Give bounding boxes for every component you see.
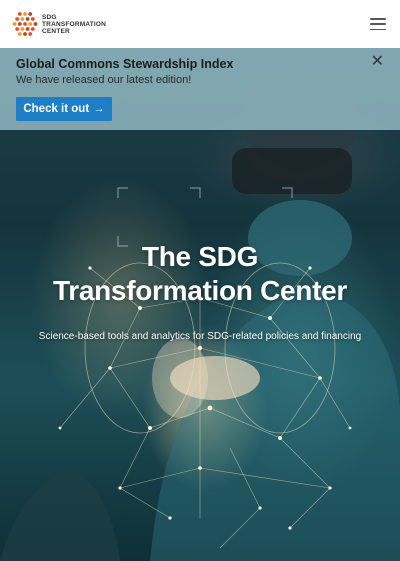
hamburger-icon[interactable] (370, 18, 386, 30)
announcement-banner: Global Commons Stewardship Index We have… (0, 48, 400, 130)
hero-subtitle: Science-based tools and analytics for SD… (38, 331, 362, 342)
hero-title: The SDG Transformation Center (0, 240, 400, 308)
arrow-right-icon: → (93, 103, 105, 115)
logo-line-2: TRANSFORMATION (42, 20, 107, 28)
logo-line-1: SDG (42, 13, 57, 21)
hexagon-dots-logo-icon (12, 12, 38, 36)
close-icon[interactable]: ✕ (371, 54, 384, 70)
logo-text: SDG TRANSFORMATION CENTER (42, 14, 106, 35)
check-it-out-button[interactable]: Check it out → (16, 97, 112, 121)
banner-text: We have released our latest edition! (16, 74, 192, 86)
hero-title-line-2: Transformation Center (53, 275, 347, 306)
check-it-out-label: Check it out (23, 103, 90, 115)
logo-line-3: CENTER (42, 27, 70, 35)
banner-title: Global Commons Stewardship Index (16, 57, 234, 71)
site-logo[interactable]: SDG TRANSFORMATION CENTER (12, 11, 106, 37)
hero-title-line-1: The SDG (141, 241, 259, 272)
site-header: SDG TRANSFORMATION CENTER (0, 0, 400, 48)
